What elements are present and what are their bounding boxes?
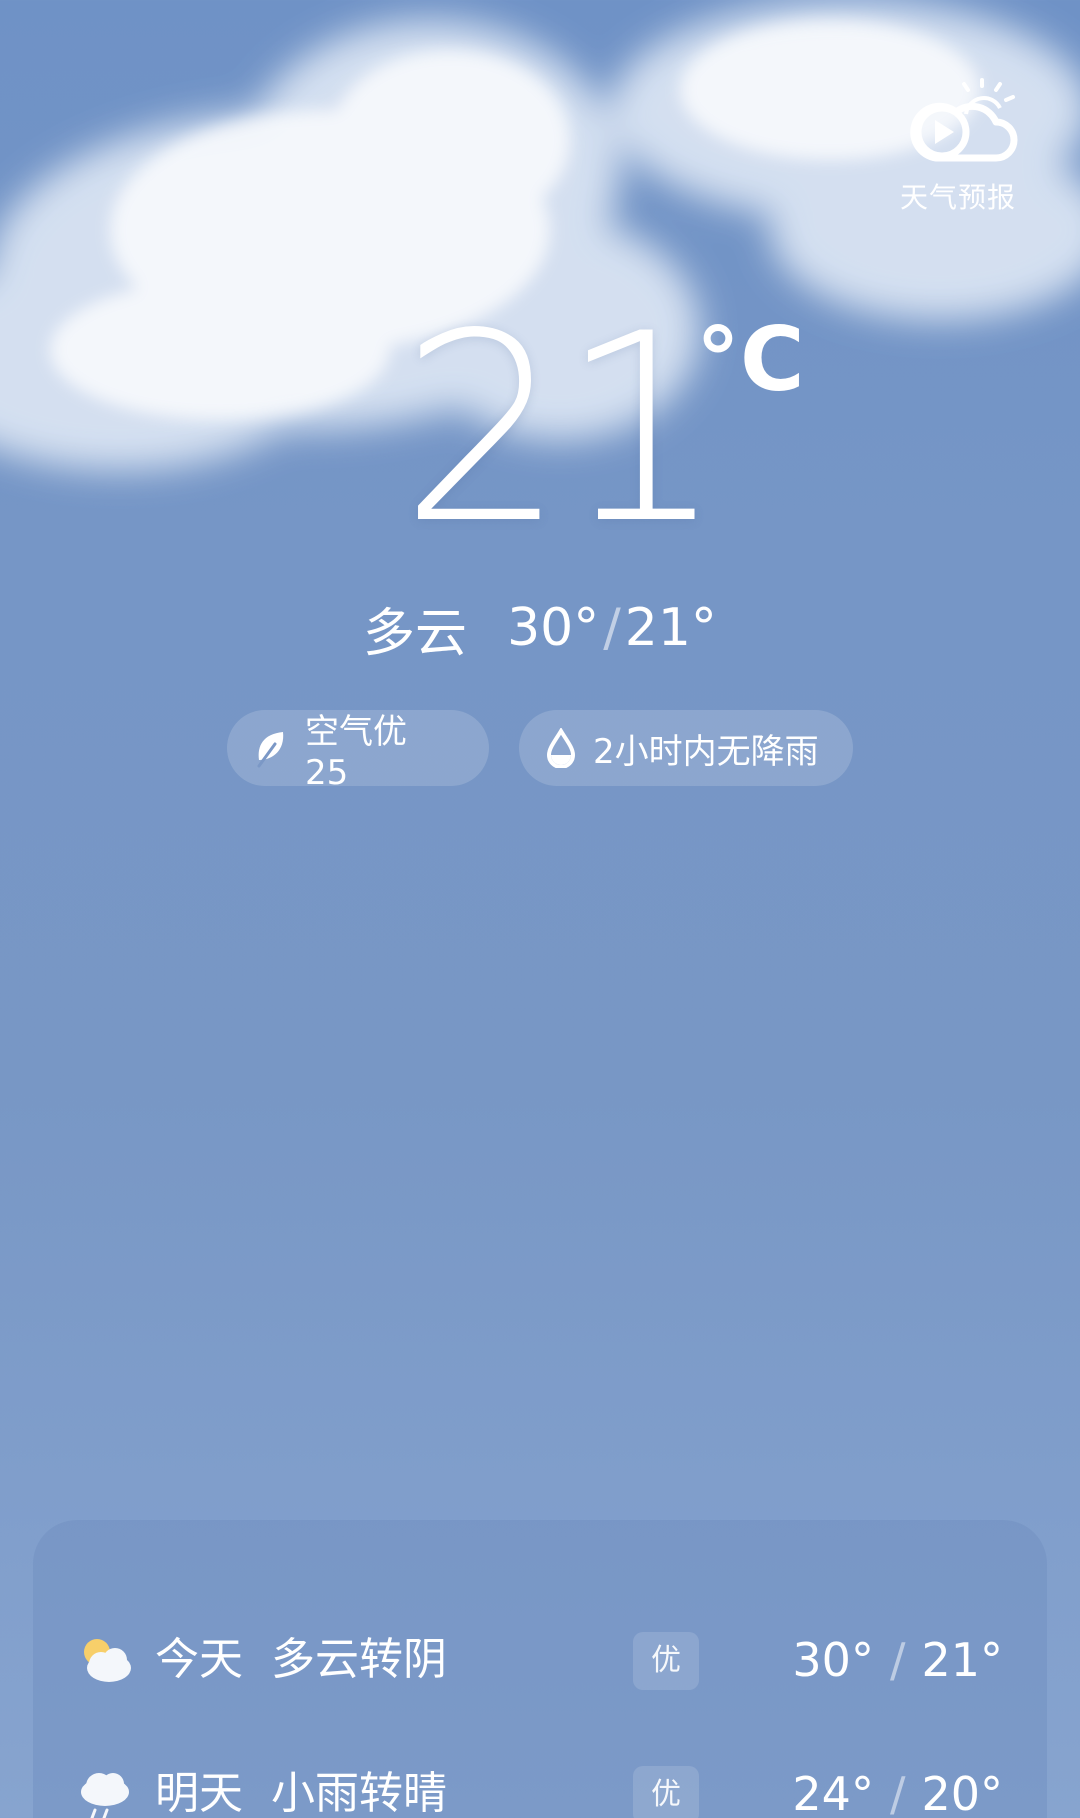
current-condition: 多云 [363, 603, 468, 664]
forecast-aqi-badge: 优 [633, 1632, 699, 1690]
forecast-day: 明天 [155, 1768, 243, 1818]
daily-forecast-panel: 今天 多云转阴 优 30° / 21° 明天 小雨转晴 优 24° / 20° [33, 1520, 1047, 1818]
range-separator: / [889, 1767, 906, 1818]
forecast-aqi-badge: 优 [633, 1766, 699, 1818]
rain-forecast-chip[interactable]: 2小时内无降雨 [519, 710, 853, 786]
leaf-icon [257, 732, 284, 768]
forecast-row-tomorrow[interactable]: 明天 小雨转晴 优 24° / 20° [33, 1754, 1047, 1818]
light-rain-icon [81, 1773, 129, 1818]
forecast-day: 今天 [155, 1634, 243, 1685]
forecast-temp-range: 30° / 21° [792, 1620, 1003, 1700]
current-summary: 多云 30°/21° [0, 598, 1080, 664]
forecast-high: 30° [792, 1633, 874, 1687]
current-temperature: 21 °C [0, 300, 1080, 560]
air-quality-chip[interactable]: 空气优 25 [227, 710, 489, 793]
forecast-low: 21° [921, 1633, 1003, 1687]
forecast-condition: 小雨转晴 [271, 1768, 447, 1818]
current-high: 30° [507, 598, 600, 658]
forecast-row-today[interactable]: 今天 多云转阴 优 30° / 21° [33, 1620, 1047, 1700]
brand-label: 天气预报 [899, 181, 1016, 214]
range-separator: / [889, 1633, 906, 1687]
play-sun-cloud-icon [910, 78, 1018, 162]
forecast-high: 24° [792, 1767, 874, 1818]
current-low: 21° [624, 598, 717, 658]
forecast-temp-range: 24° / 20° [792, 1754, 1003, 1818]
forecast-low: 20° [921, 1767, 1003, 1818]
info-chips: 空气优 25 2小时内无降雨 [0, 710, 1080, 793]
air-quality-text: 空气优 25 [304, 711, 407, 793]
water-drop-icon [546, 728, 576, 768]
forecast-condition: 多云转阴 [271, 1634, 447, 1685]
temperature-unit: °C [696, 308, 805, 411]
rain-forecast-text: 2小时内无降雨 [593, 731, 819, 772]
range-separator: / [603, 598, 621, 658]
temperature-value: 21 [400, 279, 725, 581]
weather-brand[interactable]: 天气预报 [888, 78, 1028, 218]
partly-cloudy-icon [84, 1639, 131, 1682]
